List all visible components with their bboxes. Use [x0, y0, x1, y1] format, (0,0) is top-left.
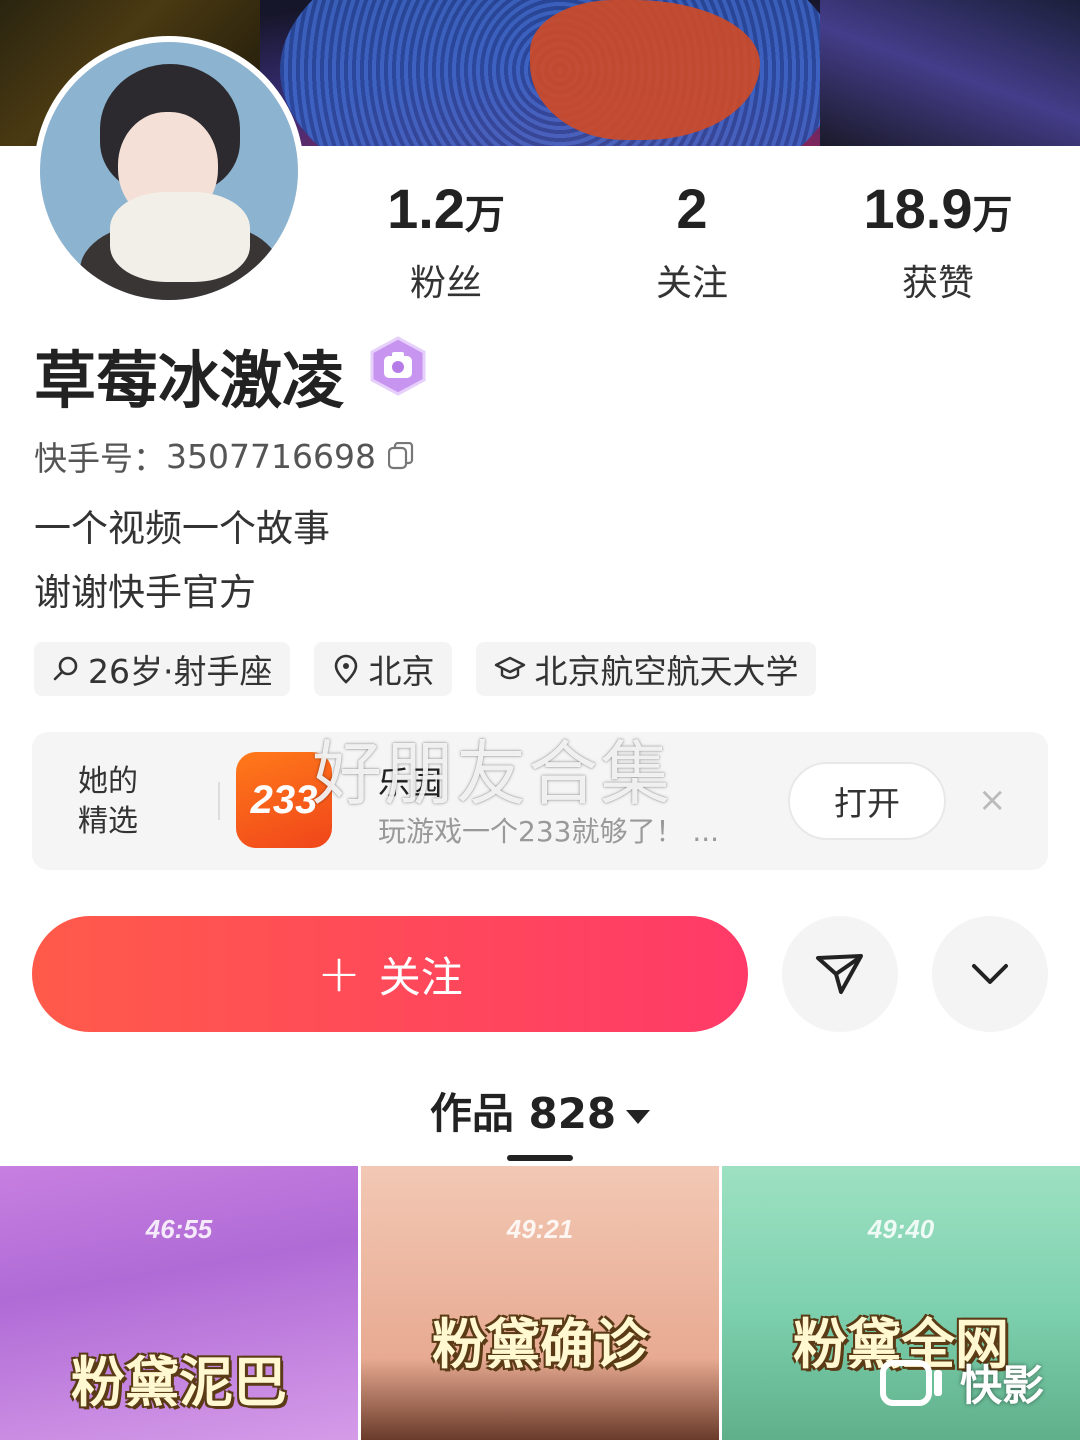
close-icon[interactable]: × — [978, 780, 1007, 820]
more-options-button[interactable] — [932, 916, 1048, 1032]
kuaiying-logo: 快影 — [879, 1352, 1044, 1413]
video-thumbnail[interactable]: 49:21 粉黛确诊 — [361, 1166, 719, 1440]
video-title: 粉黛泥巴 — [71, 1351, 287, 1414]
stat-following-label: 关注 — [655, 263, 728, 304]
stat-fans-label: 粉丝 — [409, 263, 482, 304]
tab-works-label: 作品 — [429, 1089, 514, 1138]
tab-works-count: 828 — [528, 1089, 617, 1138]
tab-works[interactable]: 作品 828 — [0, 1080, 1080, 1141]
kuaishou-id-row: 快手号： 3507716698 — [34, 432, 414, 480]
stat-likes-number: 18.9万 — [863, 177, 1013, 240]
tag-age-label: 26岁·射手座 — [88, 652, 273, 691]
cover-lights-right — [820, 0, 1080, 146]
video-timer: 46:55 — [145, 1214, 213, 1244]
video-timer: 49:21 — [506, 1214, 574, 1244]
featured-label-line2: 精选 — [78, 804, 138, 839]
plus-icon: + — [317, 944, 361, 1004]
stat-following[interactable]: 2 关注 — [592, 178, 792, 306]
stat-likes[interactable]: 18.9万 获赞 — [838, 178, 1038, 306]
tag-school-label: 北京航空航天大学 — [534, 652, 799, 691]
location-icon — [335, 654, 358, 684]
video-thumbnail[interactable]: 46:55 粉黛泥巴 — [0, 1166, 358, 1440]
verified-badge-icon[interactable] — [366, 336, 430, 396]
stat-following-number: 2 — [676, 177, 708, 240]
share-icon — [816, 954, 863, 994]
kuaiying-logo-text: 快影 — [959, 1361, 1044, 1410]
stat-fans[interactable]: 1.2万 粉丝 — [346, 178, 546, 306]
profile-name: 草莓冰激凌 — [34, 344, 345, 417]
avatar-scarf — [110, 192, 250, 282]
chevron-down-icon — [972, 964, 1008, 984]
overlay-watermark-text: 好朋友合集 — [312, 733, 672, 815]
featured-section-label: 她的 精选 — [78, 762, 138, 842]
bio-line-2: 谢谢快手官方 — [34, 571, 256, 614]
video-title: 粉黛确诊 — [432, 1313, 648, 1376]
bio-line-1: 一个视频一个故事 — [34, 507, 330, 550]
caret-down-icon[interactable] — [626, 1109, 651, 1124]
tab-indicator — [507, 1155, 573, 1161]
share-button[interactable] — [782, 916, 898, 1032]
avatar[interactable] — [34, 36, 304, 306]
search-icon — [53, 656, 78, 681]
follow-button[interactable]: + 关注 — [32, 916, 748, 1032]
copy-icon[interactable] — [387, 442, 414, 470]
tag-location-label: 北京 — [368, 652, 435, 691]
open-button[interactable]: 打开 — [788, 762, 946, 840]
school-icon — [495, 656, 526, 680]
tag-location[interactable]: 北京 — [314, 642, 453, 696]
kuaiying-logo-icon — [879, 1359, 942, 1406]
video-timer: 49:40 — [867, 1214, 935, 1244]
featured-label-line1: 她的 — [78, 764, 138, 799]
featured-divider — [218, 782, 220, 820]
follow-button-label: 关注 — [378, 952, 463, 1002]
profile-tags: 26岁·射手座 北京 北京航空航天大学 — [34, 642, 817, 696]
avatar-image — [40, 42, 298, 300]
kuaishou-id-value: 3507716698 — [166, 436, 376, 476]
kuaishou-id-label: 快手号： — [34, 439, 166, 478]
stat-likes-label: 获赞 — [901, 263, 974, 304]
tag-age[interactable]: 26岁·射手座 — [34, 642, 291, 696]
tag-school[interactable]: 北京航空航天大学 — [476, 642, 817, 696]
stat-fans-number: 1.2万 — [387, 177, 505, 240]
